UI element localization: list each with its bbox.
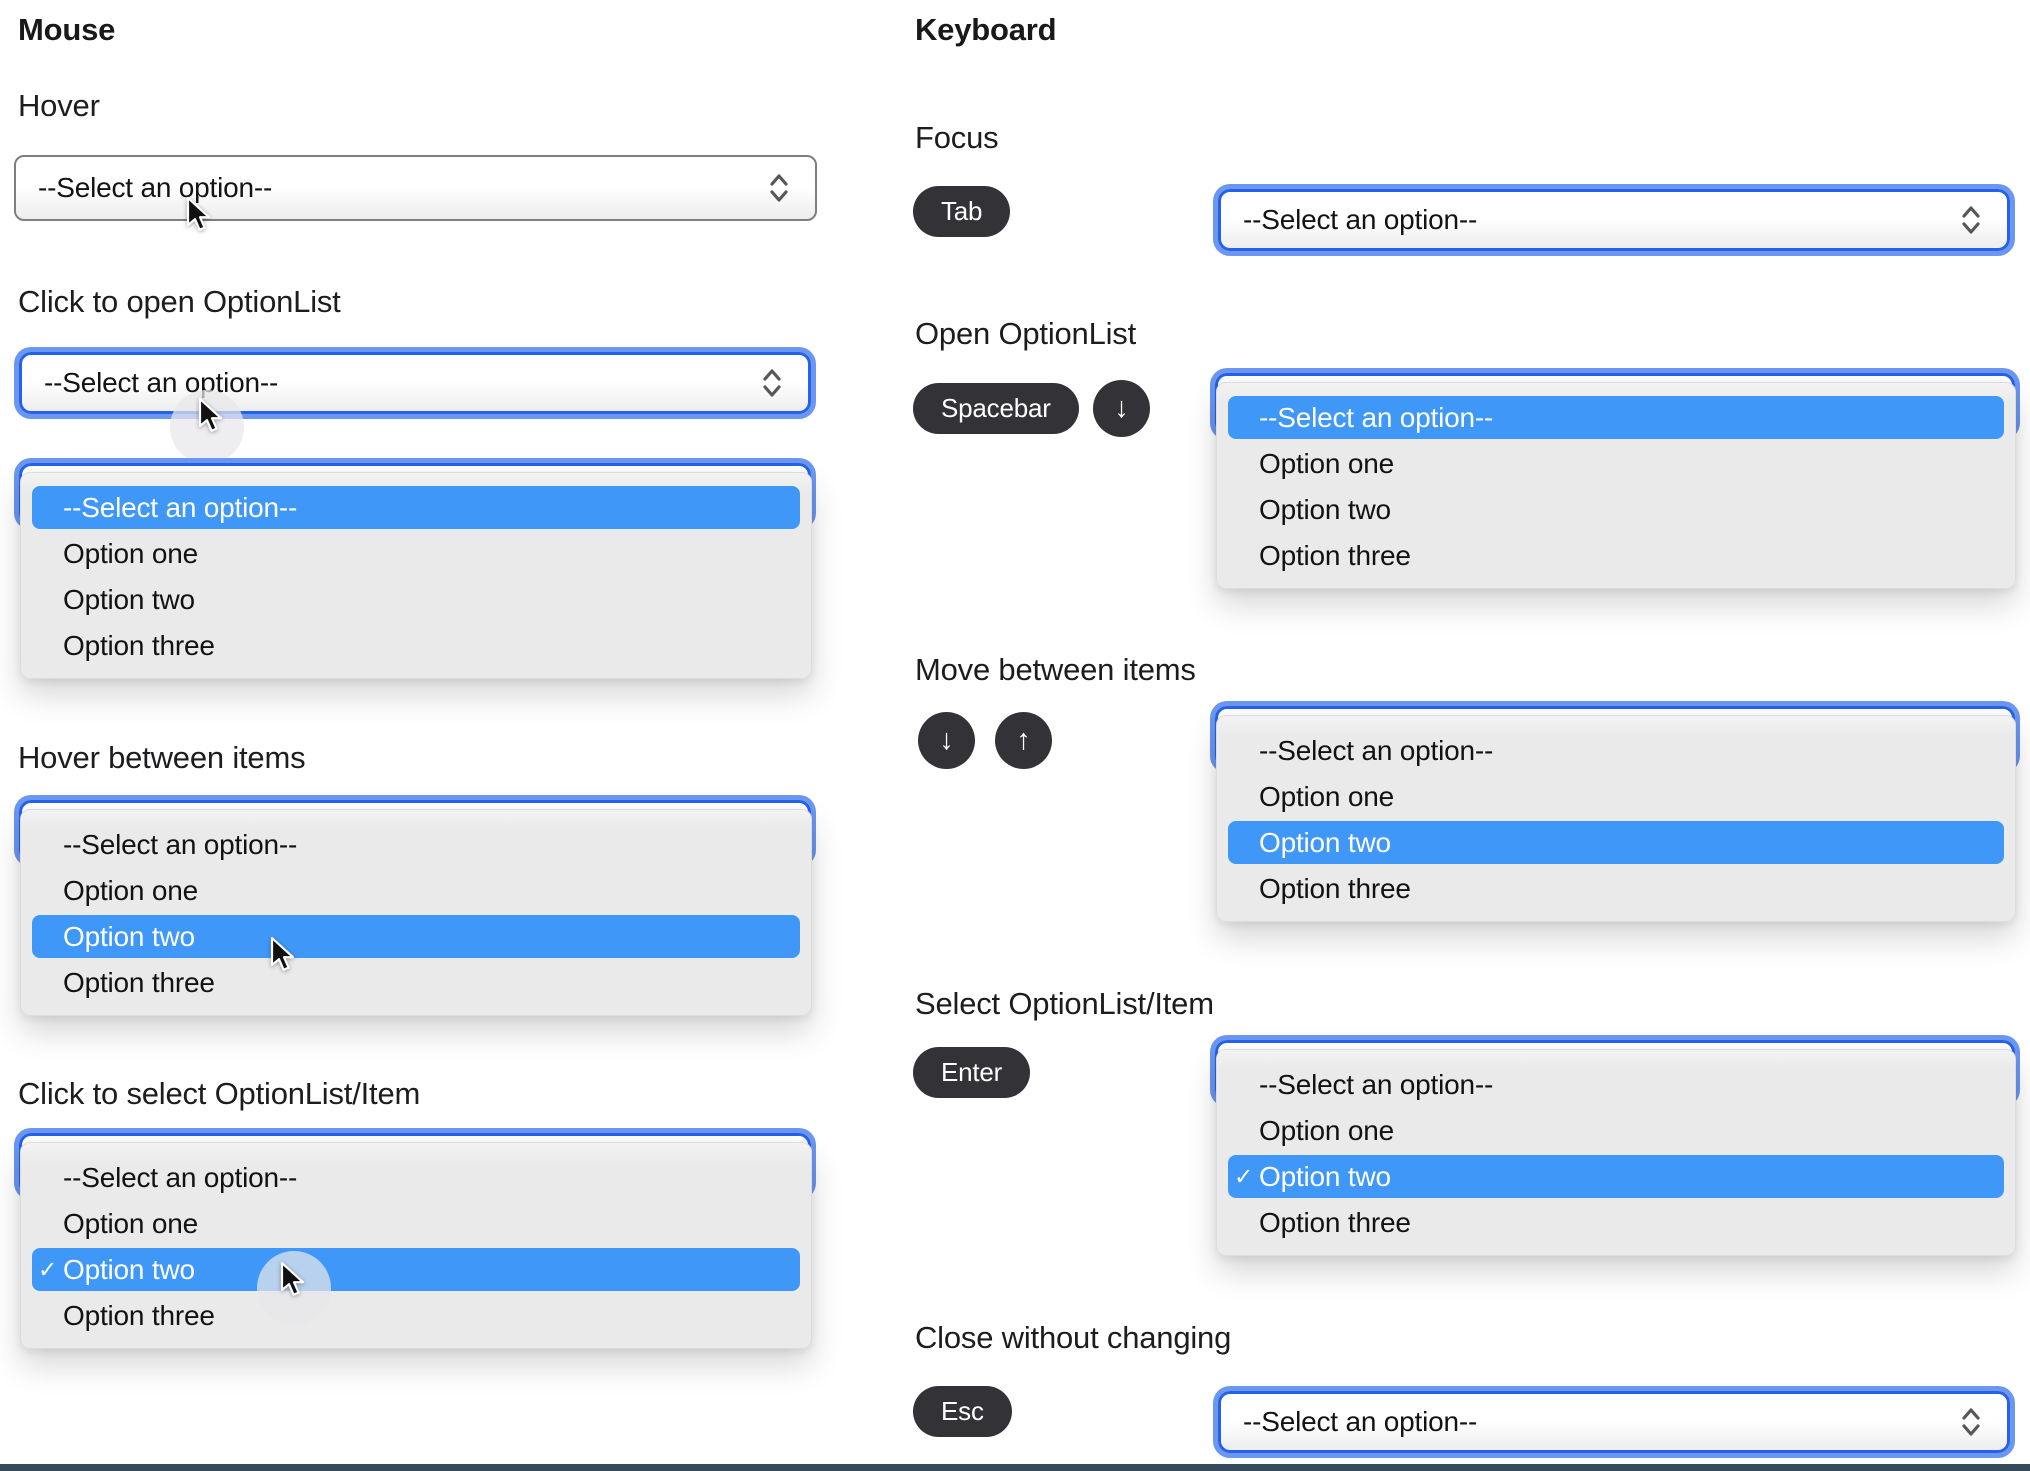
keyboard-open-label: Open OptionList (915, 316, 1137, 351)
option-item[interactable]: Option three (1228, 534, 2004, 577)
option-item[interactable]: Option three (32, 1294, 800, 1337)
mouse-heading: Mouse (18, 12, 116, 47)
option-item[interactable]: Option three (1228, 1201, 2004, 1244)
option-item-label: Option two (1259, 1160, 1391, 1192)
arrow-down-icon: ↓ (1114, 392, 1129, 424)
mouse-click-select-label: Click to select OptionList/Item (18, 1076, 421, 1111)
check-icon: ✓ (1234, 1163, 1254, 1189)
optionlist-move: --Select an option-- Option one Option t… (1210, 706, 2020, 928)
option-item[interactable]: Option one (32, 1202, 800, 1245)
select-value: --Select an option-- (1243, 1406, 1478, 1437)
option-item[interactable]: --Select an option-- (32, 823, 800, 866)
option-item[interactable]: --Select an option-- (32, 1156, 800, 1199)
select-hover[interactable]: --Select an option-- (14, 155, 817, 221)
option-item-selected[interactable]: --Select an option-- (1228, 396, 2004, 439)
option-item[interactable]: Option two (32, 578, 800, 621)
option-item-selected[interactable]: --Select an option-- (32, 486, 800, 529)
select-value: --Select an option-- (38, 172, 273, 203)
mouse-cursor-icon (198, 397, 223, 432)
check-icon: ✓ (38, 1256, 58, 1282)
mouse-hover-items-label: Hover between items (18, 740, 306, 775)
option-item[interactable]: Option one (32, 532, 800, 575)
key-badge-arrow-down: ↓ (1093, 380, 1150, 437)
option-list: --Select an option-- Option one ✓ Option … (20, 1142, 812, 1349)
page: Mouse Hover --Select an option-- Click t… (0, 0, 2030, 1471)
optionlist-select: --Select an option-- Option one ✓ Option … (1210, 1040, 2020, 1262)
chevron-updown-icon (1962, 206, 1980, 234)
key-badge-enter: Enter (913, 1047, 1031, 1098)
select-close[interactable]: --Select an option-- (1218, 1391, 2010, 1453)
option-list: --Select an option-- Option one Option t… (1216, 382, 2016, 589)
option-item[interactable]: Option three (1228, 867, 2004, 910)
optionlist-open-keyboard: --Select an option-- Option one Option t… (1210, 373, 2020, 595)
key-badge-esc: Esc (913, 1386, 1012, 1437)
option-item-active[interactable]: Option two (1228, 821, 2004, 864)
select-click-open[interactable]: --Select an option-- (19, 352, 811, 414)
mouse-click-open-label: Click to open OptionList (18, 284, 341, 319)
select-focus[interactable]: --Select an option-- (1218, 189, 2010, 251)
mouse-cursor-icon (186, 196, 211, 231)
option-list: --Select an option-- Option one Option t… (20, 472, 812, 679)
keyboard-heading: Keyboard (915, 12, 1057, 47)
option-item[interactable]: --Select an option-- (1228, 729, 2004, 772)
option-item[interactable]: Option one (1228, 442, 2004, 485)
keyboard-select-label: Select OptionList/Item (915, 986, 1214, 1021)
option-list: --Select an option-- Option one Option t… (20, 809, 812, 1016)
key-badge-spacebar: Spacebar (913, 383, 1079, 434)
option-item[interactable]: Option three (32, 961, 800, 1004)
arrow-down-icon: ↓ (939, 724, 954, 756)
key-badge-arrow-up: ↑ (995, 712, 1052, 769)
option-list: --Select an option-- Option one Option t… (1216, 715, 2016, 922)
option-item-selected[interactable]: ✓ Option two (1228, 1155, 2004, 1198)
keyboard-move-label: Move between items (915, 652, 1196, 687)
option-item[interactable]: Option two (1228, 488, 2004, 531)
select-value: --Select an option-- (1243, 204, 1478, 235)
option-item-label: Option two (63, 1253, 195, 1285)
optionlist-hover-items: --Select an option-- Option one Option t… (14, 800, 816, 1022)
chevron-updown-icon (763, 369, 781, 397)
option-item[interactable]: Option one (1228, 1109, 2004, 1152)
option-item-selected[interactable]: ✓ Option two (32, 1248, 800, 1291)
bottom-divider (0, 1464, 2030, 1471)
mouse-cursor-icon (280, 1261, 305, 1296)
optionlist-open: --Select an option-- Option one Option t… (14, 463, 816, 685)
option-item[interactable]: Option one (1228, 775, 2004, 818)
option-item[interactable]: Option one (32, 869, 800, 912)
option-item[interactable]: --Select an option-- (1228, 1063, 2004, 1106)
option-item[interactable]: Option three (32, 624, 800, 667)
select-value: --Select an option-- (44, 367, 279, 398)
option-list: --Select an option-- Option one ✓ Option … (1216, 1049, 2016, 1256)
key-badge-tab: Tab (913, 186, 1011, 237)
arrow-up-icon: ↑ (1016, 724, 1031, 756)
mouse-cursor-icon (270, 936, 295, 971)
key-badge-arrow-down: ↓ (918, 712, 975, 769)
mouse-hover-label: Hover (18, 88, 100, 123)
keyboard-focus-label: Focus (915, 120, 999, 155)
keyboard-close-label: Close without changing (915, 1320, 1232, 1355)
option-item-hovered[interactable]: Option two (32, 915, 800, 958)
optionlist-click-select: --Select an option-- Option one ✓ Option … (14, 1133, 816, 1355)
chevron-updown-icon (770, 174, 788, 202)
chevron-updown-icon (1962, 1408, 1980, 1436)
